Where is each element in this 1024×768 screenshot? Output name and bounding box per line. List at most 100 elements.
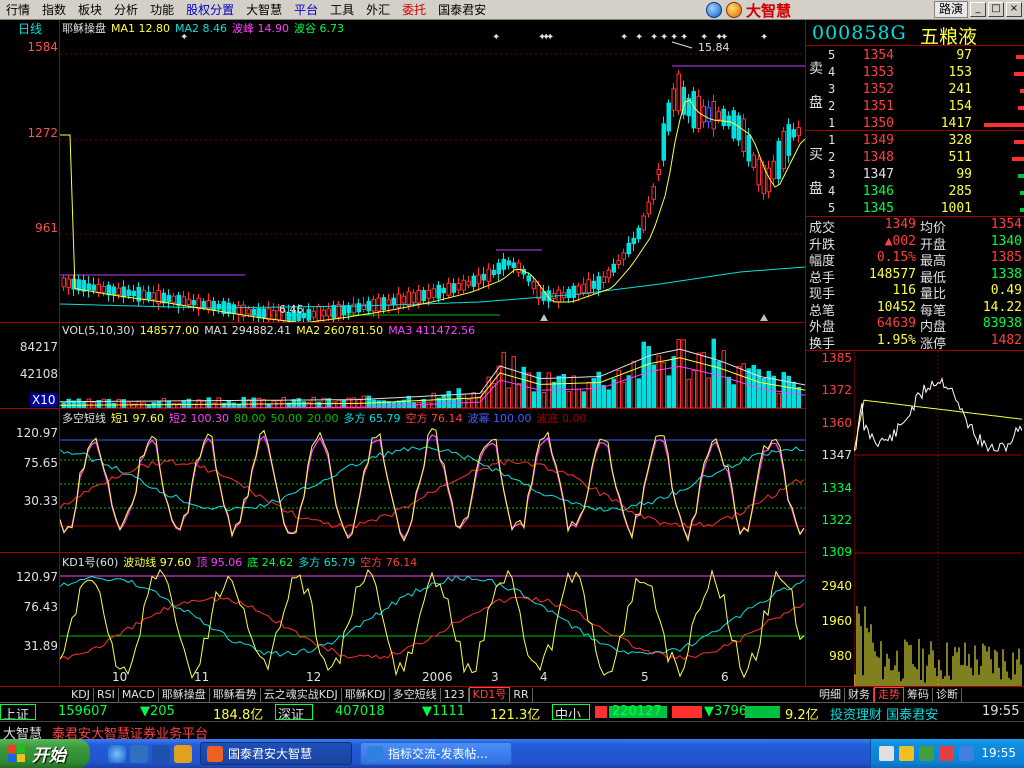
menu-item[interactable]: 平台 bbox=[288, 0, 324, 20]
menu-item[interactable]: 工具 bbox=[324, 0, 360, 20]
intraday-tab[interactable]: 走势 bbox=[874, 686, 904, 703]
system-tray: 19:55 bbox=[870, 739, 1024, 768]
sell-price: 1352 bbox=[862, 82, 894, 97]
marker-icon bbox=[760, 314, 768, 321]
stat-value: 64639 bbox=[876, 316, 916, 331]
stat-value: 1354 bbox=[990, 217, 1022, 232]
volume-bar bbox=[1018, 174, 1024, 178]
folder-icon[interactable] bbox=[174, 745, 192, 763]
candlestick-chart[interactable]: 15.84 6.46 ✦ ✦ ✦✦✦ ✦ ✦ ✦ ✦ ✦ ✦ ✦ ✦✦ ✦ bbox=[60, 34, 805, 322]
volume-bar bbox=[1020, 191, 1024, 195]
stat-label: 换手 bbox=[809, 336, 836, 352]
indicator-tab[interactable]: 耶稣操盘 bbox=[159, 687, 210, 702]
intraday-vol-label: 2940 bbox=[821, 579, 852, 593]
buy-level-row[interactable]: 4 1346 285 bbox=[806, 184, 1024, 201]
volume-bar bbox=[1014, 72, 1024, 76]
indicator-tab[interactable]: 耶稣KDJ bbox=[342, 687, 390, 702]
network-icon[interactable] bbox=[879, 746, 894, 761]
chart-area[interactable]: 日线 耶稣操盘 MA1 12.80 MA2 8.46 波峰 14.90 波谷 6.73 … bbox=[0, 20, 806, 686]
menu-item[interactable]: 股权分置 bbox=[180, 0, 240, 20]
stat-row: 幅度 0.15% 最高 1385 bbox=[806, 250, 1024, 269]
menu-item[interactable]: 大智慧 bbox=[240, 0, 288, 20]
svg-text:✦: ✦ bbox=[635, 34, 643, 43]
indicator-tab[interactable]: MACD bbox=[119, 687, 159, 702]
menu-item[interactable]: 板块 bbox=[72, 0, 108, 20]
indicator-tab[interactable]: 云之魂实战KDJ bbox=[261, 687, 342, 702]
buy-level-row[interactable]: 3 1347 99 bbox=[806, 167, 1024, 184]
indicator-tab[interactable]: RR bbox=[510, 687, 533, 702]
menu-item[interactable]: 功能 bbox=[144, 0, 180, 20]
intraday-chart[interactable]: 1385 1372 1360 1347 1334 1322 1309 2940 1960 980 bbox=[806, 350, 1024, 687]
stat-row: 成交 1349 均价 1354 bbox=[806, 217, 1024, 236]
taskbar-task[interactable]: 指标交流-发表帖... bbox=[360, 742, 512, 765]
start-button[interactable]: 开始 bbox=[0, 739, 90, 768]
intraday-tab[interactable]: 筹码 bbox=[904, 687, 933, 702]
indicator2-chart[interactable] bbox=[60, 568, 805, 686]
ie-icon[interactable] bbox=[108, 745, 126, 763]
stock-title[interactable]: 000858G 五粮液 bbox=[806, 20, 1024, 48]
sell-volume: 154 bbox=[948, 99, 972, 114]
stat-row: 现手 116 量比 0.49 bbox=[806, 283, 1024, 302]
stat-row: 外盘 64639 内盘 83938 bbox=[806, 316, 1024, 335]
sell-level-row[interactable]: 5 1354 97 bbox=[806, 48, 1024, 65]
menu-items: 行情 指数 板块 分析 功能 股权分置 大智慧 平台 工具 外汇 委托 国泰君安 bbox=[0, 0, 492, 20]
buy-level-row[interactable]: 1 1349 328 bbox=[806, 133, 1024, 150]
intraday-tab[interactable]: 明细 bbox=[816, 687, 845, 702]
menu-item[interactable]: 国泰君安 bbox=[432, 0, 492, 20]
menu-item[interactable]: 指数 bbox=[36, 0, 72, 20]
desktop-icon[interactable] bbox=[130, 745, 148, 763]
indicator-tab[interactable]: KD1号 bbox=[468, 686, 511, 703]
buy-volume: 511 bbox=[948, 150, 972, 165]
word-icon[interactable] bbox=[152, 745, 170, 763]
globe-icon bbox=[706, 2, 722, 18]
sell-level-row[interactable]: 4 1353 153 bbox=[806, 65, 1024, 82]
maximize-button[interactable]: □ bbox=[988, 2, 1004, 17]
close-button[interactable]: × bbox=[1006, 2, 1022, 17]
intraday-tab[interactable]: 财务 bbox=[845, 687, 874, 702]
app-tray-icon[interactable] bbox=[919, 746, 934, 761]
ind2-y-label: 76.43 bbox=[23, 600, 58, 614]
buy-volume: 99 bbox=[956, 167, 972, 182]
level-number: 3 bbox=[828, 167, 836, 181]
ind1-y-label: 120.97 bbox=[16, 426, 58, 440]
window-controls: _ □ × bbox=[970, 2, 1022, 17]
indicator1-chart[interactable] bbox=[60, 424, 805, 552]
indicator-tab[interactable]: 耶稣看势 bbox=[210, 687, 261, 702]
buy-level-row[interactable]: 2 1348 511 bbox=[806, 150, 1024, 167]
menu-item[interactable]: 行情 bbox=[0, 0, 36, 20]
app-tray-icon[interactable] bbox=[939, 746, 954, 761]
indicator-tab[interactable]: 多空短线 bbox=[390, 687, 441, 702]
indicator-tab[interactable]: RSI bbox=[94, 687, 119, 702]
volume-bar bbox=[1018, 106, 1024, 110]
level-number: 1 bbox=[828, 133, 836, 147]
intraday-tab[interactable]: 诊断 bbox=[933, 687, 962, 702]
news-marquee: 大智慧 泰君安大智慧证券业务平台 bbox=[0, 721, 1024, 742]
svg-text:✦: ✦ bbox=[720, 34, 728, 43]
taskbar-task[interactable]: 国泰君安大智慧 bbox=[200, 742, 352, 765]
clock: 19:55 bbox=[981, 746, 1016, 760]
minimize-button[interactable]: _ bbox=[970, 2, 986, 17]
indicator-tab[interactable]: KDJ bbox=[68, 687, 94, 702]
lumi-button[interactable]: 路演 bbox=[933, 1, 968, 18]
menu-item[interactable]: 委托 bbox=[396, 0, 432, 20]
speaker-icon[interactable] bbox=[899, 746, 914, 761]
stat-value: 1385 bbox=[990, 250, 1022, 265]
level-number: 5 bbox=[828, 201, 836, 215]
stat-value: ▲002 bbox=[884, 233, 916, 249]
intraday-tabs: 明细 财务 走势 筹码 诊断 bbox=[806, 686, 1024, 703]
period-label[interactable]: 日线 bbox=[18, 20, 42, 37]
sell-price: 1350 bbox=[862, 116, 894, 131]
intraday-vol-label: 1960 bbox=[821, 614, 852, 628]
app-tray-icon[interactable] bbox=[959, 746, 974, 761]
app-icon bbox=[207, 745, 223, 762]
svg-text:✦: ✦ bbox=[670, 34, 678, 43]
marker-icon bbox=[540, 314, 548, 321]
indicator-tab[interactable]: 123 bbox=[441, 687, 469, 702]
menu-item[interactable]: 外汇 bbox=[360, 0, 396, 20]
sell-level-row[interactable]: 3 1352 241 bbox=[806, 82, 1024, 99]
menu-item[interactable]: 分析 bbox=[108, 0, 144, 20]
volume-chart[interactable] bbox=[60, 338, 805, 408]
sell-level-row[interactable]: 2 1351 154 bbox=[806, 99, 1024, 116]
svg-text:✦: ✦ bbox=[760, 34, 768, 43]
volume-header: VOL(5,10,30) 148577.00 MA1 294882.41 MA2 26… bbox=[62, 324, 480, 337]
